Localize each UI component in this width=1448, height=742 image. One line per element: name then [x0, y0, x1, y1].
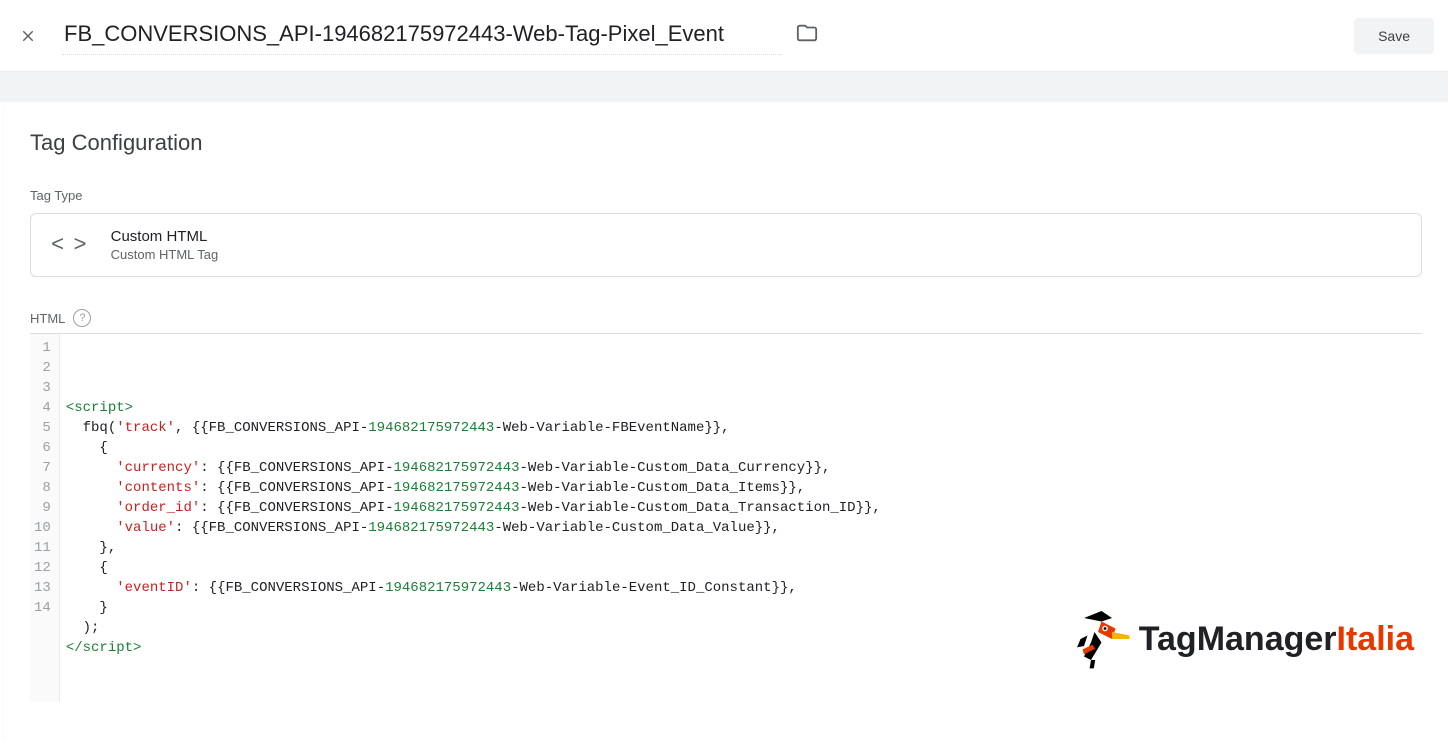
code-line[interactable]: { — [66, 558, 1416, 578]
code-line[interactable]: }, — [66, 538, 1416, 558]
folder-icon[interactable] — [796, 22, 818, 49]
tag-type-label: Tag Type — [30, 188, 1422, 203]
code-line[interactable]: ); — [66, 618, 1416, 638]
code-line[interactable]: 'value': {{FB_CONVERSIONS_API-1946821759… — [66, 518, 1416, 538]
help-icon[interactable]: ? — [73, 309, 91, 327]
code-line[interactable]: <script> — [66, 398, 1416, 418]
gray-band — [0, 72, 1448, 102]
code-line[interactable]: 'order_id': {{FB_CONVERSIONS_API-1946821… — [66, 498, 1416, 518]
code-line[interactable] — [66, 378, 1416, 398]
html-label: HTML — [30, 311, 65, 326]
code-line[interactable]: 'contents': {{FB_CONVERSIONS_API-1946821… — [66, 478, 1416, 498]
save-button[interactable]: Save — [1354, 18, 1434, 54]
tag-configuration-panel: Tag Configuration Tag Type < > Custom HT… — [4, 102, 1448, 742]
panel-heading: Tag Configuration — [30, 130, 1422, 156]
html-label-row: HTML ? — [30, 309, 1422, 327]
code-line[interactable]: { — [66, 438, 1416, 458]
code-line[interactable]: 'eventID': {{FB_CONVERSIONS_API-19468217… — [66, 578, 1416, 598]
code-line[interactable]: } — [66, 598, 1416, 618]
top-bar: Save — [0, 0, 1448, 72]
type-name: Custom HTML — [111, 228, 219, 245]
type-text: Custom HTML Custom HTML Tag — [111, 228, 219, 262]
code-line[interactable]: </script> — [66, 638, 1416, 658]
tag-name-input[interactable] — [62, 17, 782, 54]
type-subtitle: Custom HTML Tag — [111, 247, 219, 262]
title-wrap — [62, 17, 1354, 55]
code-line[interactable]: 'currency': {{FB_CONVERSIONS_API-1946821… — [66, 458, 1416, 478]
html-code-editor[interactable]: 1234567891011121314 <script> fbq('track'… — [30, 333, 1422, 702]
code-area[interactable]: <script> fbq('track', {{FB_CONVERSIONS_A… — [60, 334, 1422, 702]
tag-type-selector[interactable]: < > Custom HTML Custom HTML Tag — [30, 213, 1422, 277]
close-icon[interactable] — [14, 22, 42, 50]
line-gutter: 1234567891011121314 — [30, 334, 60, 702]
code-line[interactable]: fbq('track', {{FB_CONVERSIONS_API-194682… — [66, 418, 1416, 438]
custom-html-icon: < > — [51, 233, 85, 258]
